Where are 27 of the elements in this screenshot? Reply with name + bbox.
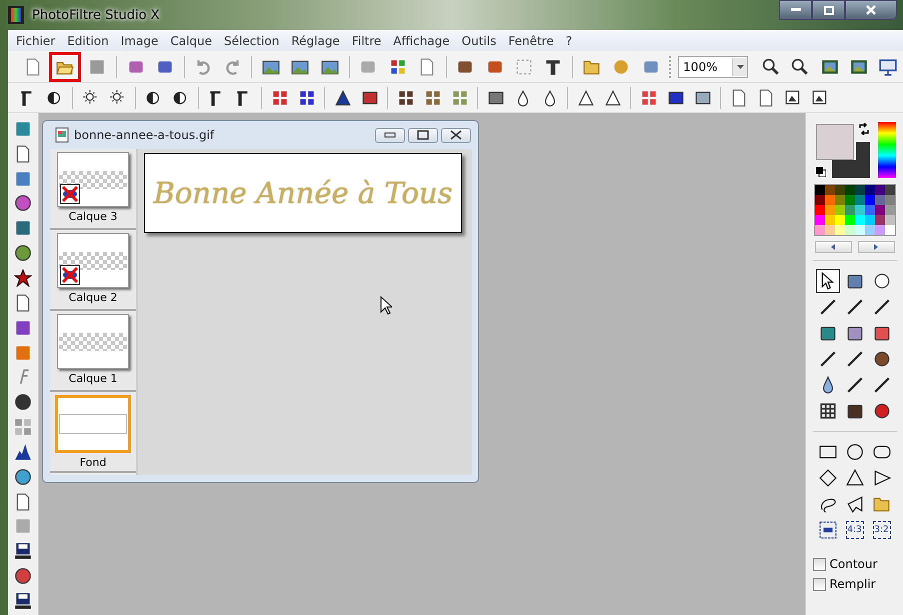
menu-item[interactable]: Edition [61, 34, 115, 48]
menu-item[interactable]: Réglage [285, 34, 346, 48]
zoom-dropdown[interactable]: 100% [678, 56, 748, 78]
menu-item[interactable]: Fichier [10, 34, 62, 48]
document-title: bonne-annee-a-tous.gif [74, 128, 214, 142]
ratio-button[interactable]: 3:2 [872, 521, 890, 539]
menu-item[interactable]: Outils [456, 34, 502, 48]
menu-item[interactable]: Image [114, 34, 164, 48]
layer-name: Calque 2 [68, 291, 118, 304]
layer-name: Calque 3 [68, 210, 118, 223]
layer-item[interactable]: Calque 2 [50, 230, 136, 311]
layer-name: Calque 1 [68, 372, 118, 385]
checkbox-label: Contour [830, 557, 878, 571]
menu-item[interactable]: Calque [164, 34, 218, 48]
layer-name: Fond [80, 456, 106, 469]
window-title: PhotoFiltre Studio X [32, 8, 160, 22]
menu-item[interactable]: Sélection [218, 34, 286, 48]
menu-item[interactable]: Affichage [387, 34, 456, 48]
layer-item[interactable]: Fond [50, 392, 136, 473]
menu-item[interactable]: ? [560, 34, 578, 48]
checkbox-label: Remplir [830, 577, 876, 591]
menu-item[interactable]: Filtre [346, 34, 388, 48]
layer-item[interactable]: Calque 1 [50, 311, 136, 392]
menu-item[interactable]: Fenêtre [502, 34, 560, 48]
ratio-button[interactable]: 4:3 [846, 521, 864, 539]
layer-item[interactable]: Calque 3 [50, 149, 136, 230]
canvas-text: Bonne Année à Tous [154, 176, 452, 210]
